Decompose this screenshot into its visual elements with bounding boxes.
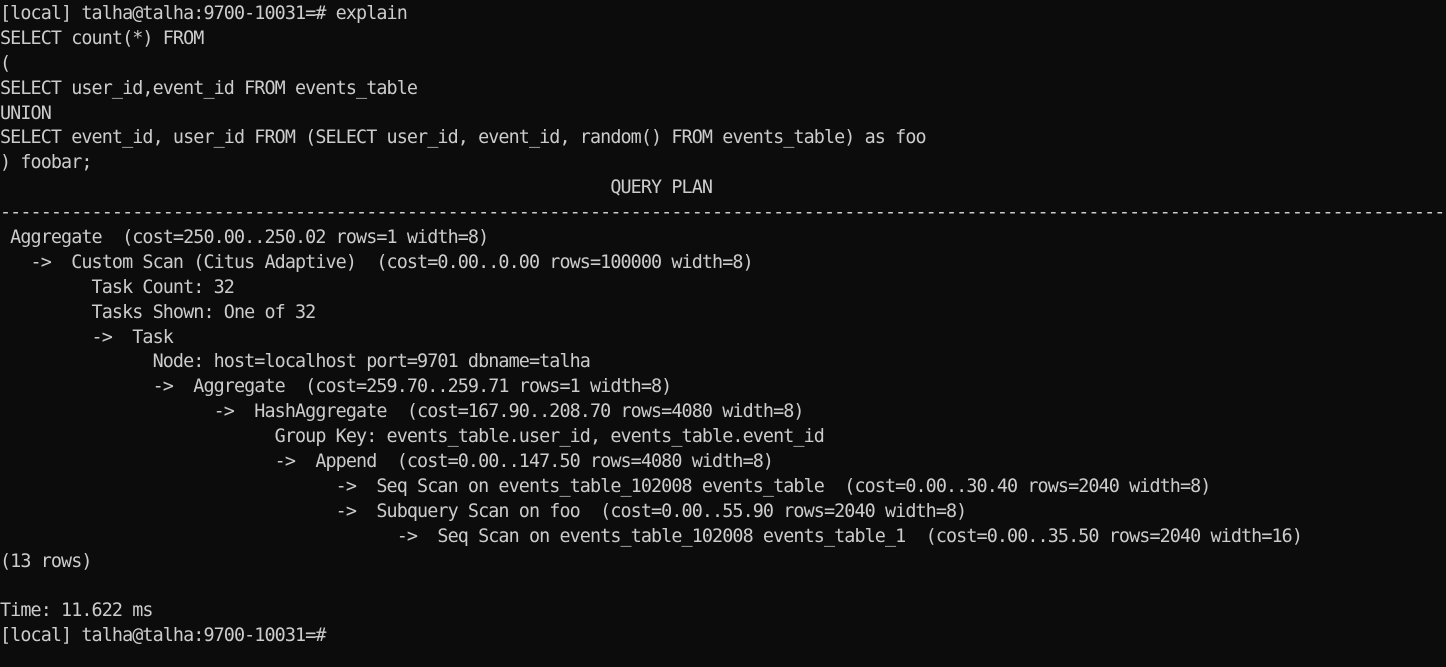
header-separator: ----------------------------------------…: [0, 202, 1446, 224]
sql-query-line: SELECT count(*) FROM: [0, 27, 204, 49]
sql-query-line: SELECT event_id, user_id FROM (SELECT us…: [0, 127, 927, 149]
timing-line: Time: 11.622 ms: [0, 600, 153, 622]
sql-query-line: ) foobar;: [0, 152, 92, 174]
plan-row: -> Subquery Scan on foo (cost=0.00..55.9…: [0, 500, 968, 522]
plan-row: -> Task: [0, 326, 174, 348]
prompt-line: [local] talha@talha:9700-10031=# explain: [0, 3, 408, 24]
sql-query-line: (: [0, 52, 11, 74]
plan-row: Aggregate (cost=250.00..250.02 rows=1 wi…: [0, 227, 489, 249]
plan-row: -> HashAggregate (cost=167.90..208.70 ro…: [0, 401, 805, 423]
plan-row: Group Key: events_table.user_id, events_…: [0, 426, 825, 448]
terminal-window[interactable]: [local] talha@talha:9700-10031=# explain…: [0, 2, 1446, 667]
sql-query-line: UNION: [0, 102, 52, 124]
plan-row: -> Custom Scan (Citus Adaptive) (cost=0.…: [0, 251, 754, 273]
query-plan-header: QUERY PLAN: [0, 177, 713, 199]
sql-query-line: SELECT user_id,event_id FROM events_tabl…: [0, 77, 418, 99]
plan-row: -> Seq Scan on events_table_102008 event…: [0, 525, 1303, 547]
plan-row: Tasks Shown: One of 32: [0, 301, 317, 323]
cursor: [336, 626, 345, 646]
prompt-text: [local] talha@talha:9700-10031=#: [0, 625, 336, 647]
row-count-line: (13 rows): [0, 550, 92, 572]
plan-row: -> Append (cost=0.00..147.50 rows=4080 w…: [0, 451, 774, 473]
prompt-line-current[interactable]: [local] talha@talha:9700-10031=#: [0, 624, 1446, 649]
plan-row: Node: host=localhost port=9701 dbname=ta…: [0, 351, 591, 373]
plan-row: -> Seq Scan on events_table_102008 event…: [0, 475, 1212, 497]
plan-row: Task Count: 32: [0, 276, 235, 298]
plan-row: -> Aggregate (cost=259.70..259.71 rows=1…: [0, 376, 673, 398]
